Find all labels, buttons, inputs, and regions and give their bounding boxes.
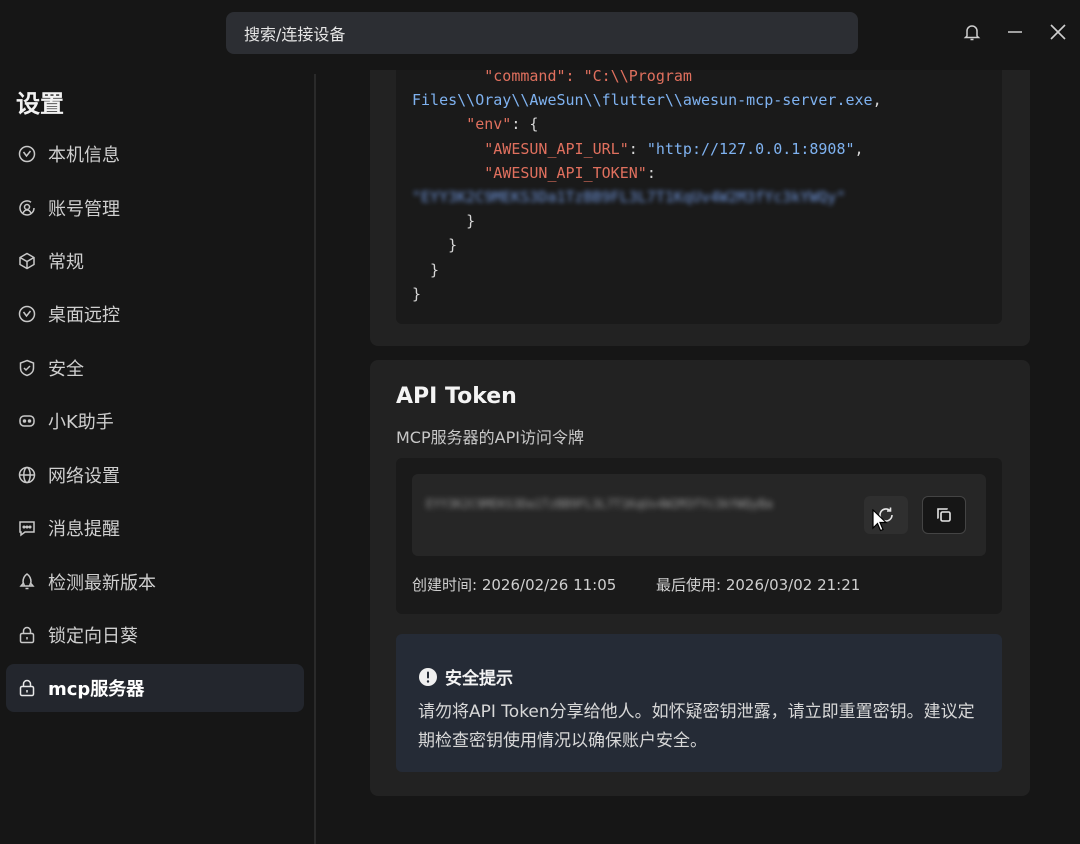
sidebar-item-general[interactable]: 常规 [6,237,304,285]
sidebar-item-label: 桌面远控 [48,305,120,326]
code-api-token-key: "AWESUN_API_TOKEN" [484,163,647,182]
token-created-time: 创建时间: 2026/02/26 11:05 [412,576,617,594]
mouse-cursor-icon [872,509,888,532]
code-command-line: "command": "C:\\Program [484,70,692,85]
sidebar-item-label: 消息提醒 [48,519,120,540]
copy-icon [937,508,951,522]
rocket-icon [16,571,38,593]
sidebar-item-security[interactable]: 安全 [6,344,304,392]
close-icon[interactable] [1046,20,1070,44]
sidebar-item-mcp-server[interactable]: mcp服务器 [6,664,304,712]
sidebar-item-label: 常规 [48,252,84,273]
sidebar-title: 设置 [16,90,64,118]
api-token-field: EYY3K2C9MEKS3Da1TzBB9FL3L7T1KqUv4W2M3fYc… [412,474,986,556]
search-placeholder: 搜索/连接设备 [244,25,346,44]
server-icon [16,677,38,699]
mcp-config-code-block[interactable]: "command": "C:\\Program Files\\Oray\\Awe… [396,70,1002,324]
sidebar-item-check-update[interactable]: 检测最新版本 [6,558,304,606]
account-icon [16,197,38,219]
message-icon [16,517,38,539]
lock-icon [16,624,38,646]
sidebar-item-label: 账号管理 [48,199,120,220]
code-api-url-value: "http://127.0.0.1:8908" [646,139,855,158]
sidebar-item-notifications[interactable]: 消息提醒 [6,504,304,552]
sidebar-item-label: 安全 [48,359,84,380]
code-api-url-key: "AWESUN_API_URL" [484,139,629,158]
api-token-title: API Token [396,384,517,409]
sidebar-item-label: 小K助手 [48,412,114,433]
security-tip-body: 请勿将API Token分享给他人。如怀疑密钥泄露，请立即重置密钥。建议定期检查… [418,702,975,751]
remote-desktop-icon [16,303,38,325]
config-code: "command": "C:\\Program Files\\Oray\\Awe… [412,70,882,306]
api-token-subtitle: MCP服务器的API访问令牌 [396,428,584,447]
bell-icon[interactable] [960,20,984,44]
sidebar-item-label: 网络设置 [48,466,120,487]
code-env-key: "env" [466,115,512,134]
security-tip-box: 安全提示 请勿将API Token分享给他人。如怀疑密钥泄露，请立即重置密钥。建… [396,634,1002,772]
sidebar-item-remote-desktop[interactable]: 桌面远控 [6,290,304,338]
code-api-token-value: "EYY3K2C9MEKS3Da1TzBB9FL3L7T1KqUv4W2M3fY… [412,188,846,207]
minimize-icon[interactable] [1003,20,1027,44]
sidebar-divider [314,74,316,844]
search-device-input[interactable]: 搜索/连接设备 [226,12,858,54]
api-token-panel: EYY3K2C9MEKS3Da1TzBB9FL3L7T1KqUv4W2M3fYc… [396,458,1002,614]
globe-icon [16,464,38,486]
sidebar-item-label: mcp服务器 [48,679,145,700]
api-token-value: EYY3K2C9MEKS3Da1TzBB9FL3L7T1KqUv4W2M3fYc… [426,497,773,511]
sidebar-item-lock[interactable]: 锁定向日葵 [6,611,304,659]
sidebar-item-k-assistant[interactable]: 小K助手 [6,397,304,445]
cube-icon [16,250,38,272]
copy-token-button[interactable] [922,496,966,534]
sidebar-item-label: 本机信息 [48,145,120,166]
sidebar-item-account[interactable]: 账号管理 [6,184,304,232]
robot-icon [16,410,38,432]
sidebar-item-network[interactable]: 网络设置 [6,451,304,499]
security-tip-title: 安全提示 [445,669,513,689]
sidebar-item-label: 锁定向日葵 [48,626,138,647]
top-bar: 搜索/连接设备 [0,0,1080,70]
device-info-icon [16,143,38,165]
warning-icon [419,667,437,686]
api-token-card: API Token MCP服务器的API访问令牌 EYY3K2C9MEKS3Da… [370,360,1030,796]
security-tip-header: 安全提示 [418,664,513,689]
token-last-used-time: 最后使用: 2026/03/02 21:21 [656,576,861,594]
code-command-path: Files\\Oray\\AweSun\\flutter\\awesun-mcp… [412,91,873,110]
sidebar-item-label: 检测最新版本 [48,573,156,594]
settings-sidebar: 设置 本机信息 账号管理 常规 桌面远控 安全 小K助手 网络设置 消息提醒 检… [0,70,315,844]
shield-icon [16,357,38,379]
sidebar-item-device-info[interactable]: 本机信息 [6,130,304,178]
